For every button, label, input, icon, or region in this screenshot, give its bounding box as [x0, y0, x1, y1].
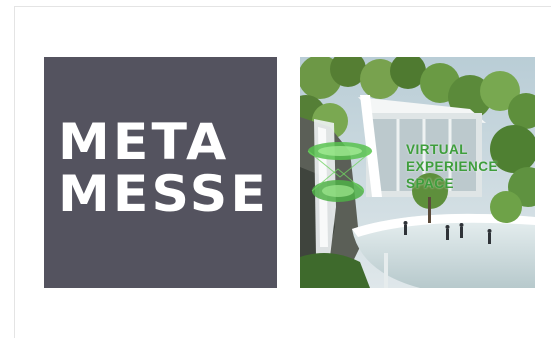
meta-messe-logo: META MESSE: [44, 57, 277, 288]
label-line-3: SPACE: [406, 176, 455, 191]
label-line-2: EXPERIENCE: [406, 159, 499, 174]
logo-line-1: META: [58, 113, 230, 171]
logo-wordmark: META MESSE: [58, 117, 269, 219]
virtual-experience-space-image: VIRTUAL EXPERIENCE SPACE: [300, 57, 535, 288]
label-line-1: VIRTUAL: [406, 142, 468, 157]
logo-line-2: MESSE: [58, 165, 269, 223]
virtual-experience-space-label: VIRTUAL EXPERIENCE SPACE: [406, 141, 498, 192]
